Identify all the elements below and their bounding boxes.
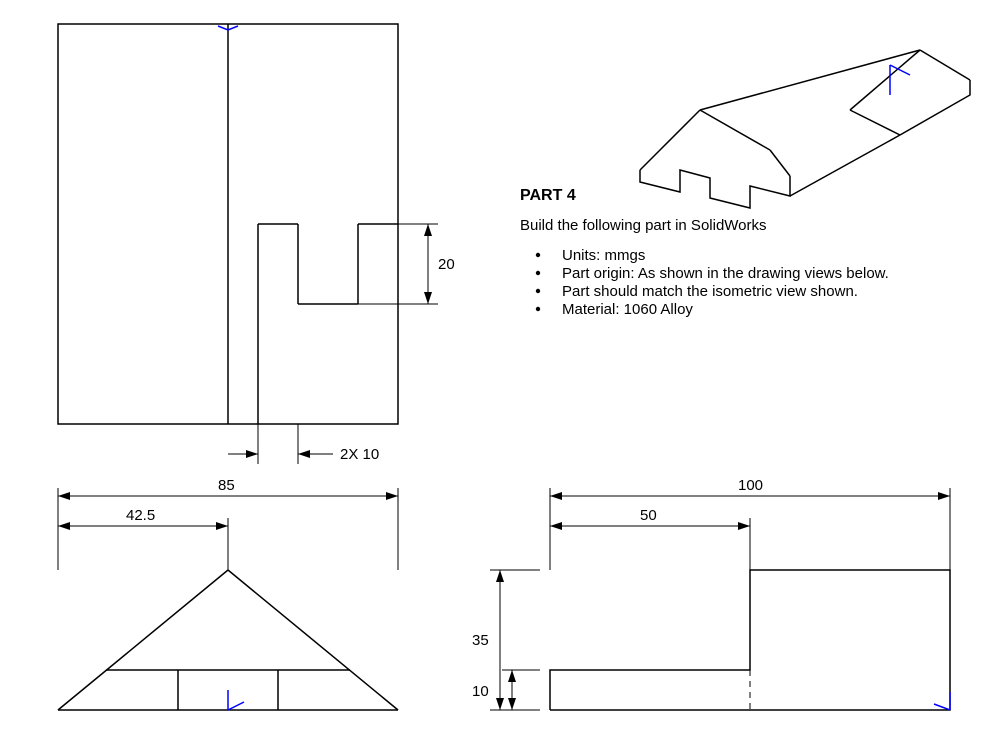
dim-50: 50 bbox=[550, 507, 750, 570]
dim-35-text: 35 bbox=[472, 632, 489, 649]
dim-50-text: 50 bbox=[640, 507, 657, 524]
dim-2x10: 2X 10 bbox=[228, 424, 379, 464]
isometric-view bbox=[640, 50, 970, 208]
part-title: PART 4 bbox=[520, 187, 576, 204]
bullet-3: Material: 1060 Alloy bbox=[536, 301, 694, 318]
bullet-0-text: Units: mmgs bbox=[562, 247, 645, 264]
bullet-3-text: Material: 1060 Alloy bbox=[562, 301, 693, 318]
bullet-2-text: Part should match the isometric view sho… bbox=[562, 283, 858, 300]
dim-42p5-text: 42.5 bbox=[126, 507, 155, 524]
top-view: 20 2X 10 bbox=[58, 24, 455, 464]
side-view: 100 50 35 1 bbox=[472, 477, 950, 710]
bullet-0: Units: mmgs bbox=[536, 247, 646, 264]
dim-slot-20: 20 bbox=[358, 224, 455, 304]
dim-2x10-text: 2X 10 bbox=[340, 446, 379, 463]
dim-20-text: 20 bbox=[438, 256, 455, 273]
bullet-1: Part origin: As shown in the drawing vie… bbox=[536, 265, 889, 282]
dim-10: 10 bbox=[472, 670, 540, 710]
dim-85-text: 85 bbox=[218, 477, 235, 494]
bullet-1-text: Part origin: As shown in the drawing vie… bbox=[562, 265, 889, 282]
text-block: PART 4 Build the following part in Solid… bbox=[520, 187, 889, 318]
bullet-2: Part should match the isometric view sho… bbox=[536, 283, 858, 300]
instruction-text: Build the following part in SolidWorks bbox=[520, 217, 767, 234]
dim-10-text: 10 bbox=[472, 683, 489, 700]
drawing-canvas: 20 2X 10 85 bbox=[0, 0, 1002, 755]
front-view: 85 42.5 bbox=[58, 477, 398, 710]
dim-100-text: 100 bbox=[738, 477, 763, 494]
dim-42p5: 42.5 bbox=[58, 507, 228, 570]
